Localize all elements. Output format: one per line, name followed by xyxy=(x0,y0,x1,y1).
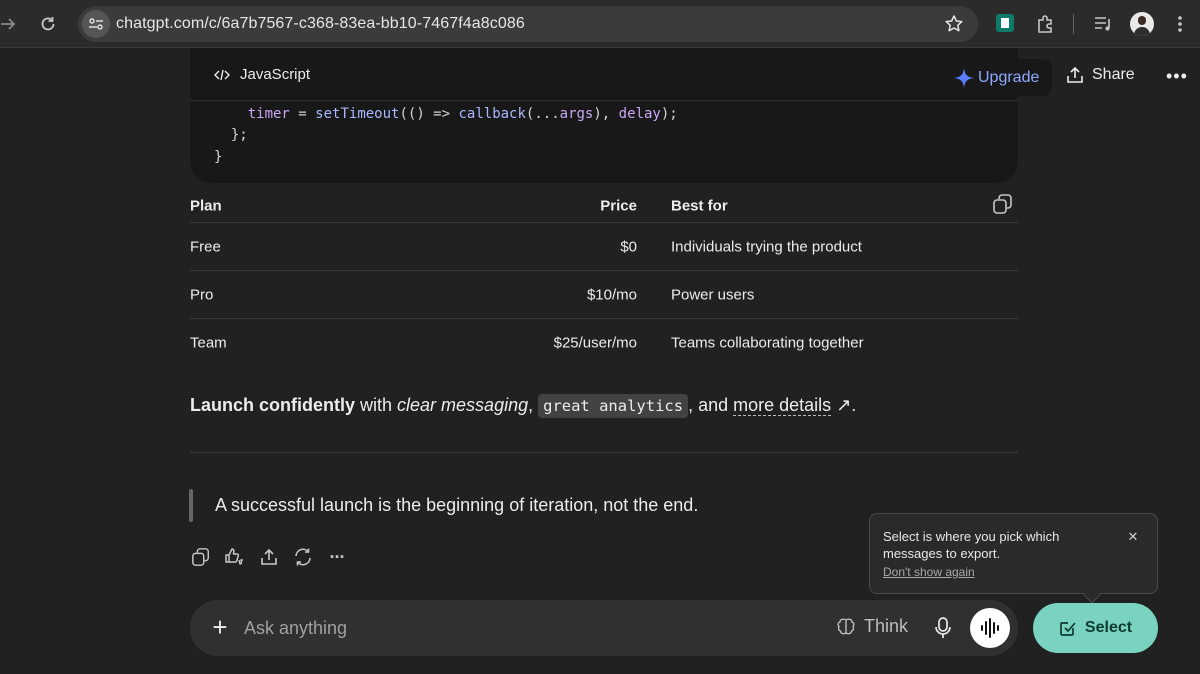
text-segment: with xyxy=(355,395,398,415)
table-row: Pro $10/mo Power users xyxy=(190,271,1018,319)
extensions-puzzle-icon[interactable] xyxy=(1033,12,1057,36)
code-token: }; xyxy=(230,127,248,143)
horizontal-rule xyxy=(190,452,1018,453)
table-row: Free $0 Individuals trying the product xyxy=(190,223,1018,271)
text-segment: . xyxy=(851,395,857,415)
code-token: args xyxy=(559,106,594,122)
sparkle-icon xyxy=(954,67,974,88)
forward-arrow-icon[interactable] xyxy=(0,10,22,38)
code-line: } xyxy=(214,149,222,165)
code-language-header: JavaScript xyxy=(214,66,310,83)
table-cell-price: $10/mo xyxy=(586,286,637,303)
message-more-button[interactable]: ··· xyxy=(326,546,348,568)
address-bar[interactable]: chatgpt.com/c/6a7b7567-c368-83ea-bb10-74… xyxy=(78,6,978,42)
code-language-label: JavaScript xyxy=(240,66,311,83)
code-line: timer = setTimeout(() => callback(...arg… xyxy=(214,106,678,122)
code-token: (() => xyxy=(399,106,459,122)
prompt-input[interactable] xyxy=(244,612,804,644)
table-cell-best-for: Power users xyxy=(671,286,755,303)
select-onboarding-tooltip: Select is where you pick which messages … xyxy=(869,513,1158,604)
table-cell-best-for: Individuals trying the product xyxy=(671,238,862,255)
code-token: timer xyxy=(247,106,290,122)
select-label: Select xyxy=(1084,619,1133,636)
code-token: callback xyxy=(458,106,526,122)
tooltip-text: Select is where you pick which messages … xyxy=(883,529,1060,561)
pricing-table: Plan Price Best for Free $0 Individuals … xyxy=(190,190,1018,367)
text-segment: , and xyxy=(688,395,734,415)
conversation-options-button[interactable]: ••• xyxy=(1166,66,1188,87)
browser-toolbar: chatgpt.com/c/6a7b7567-c368-83ea-bb10-74… xyxy=(0,0,1200,48)
upgrade-button[interactable]: Upgrade xyxy=(940,59,1052,96)
table-cell-plan: Free xyxy=(190,238,221,255)
text-segment: , xyxy=(528,395,539,415)
code-line: }; xyxy=(214,127,248,143)
waveform-icon xyxy=(981,618,999,638)
blockquote-text: A successful launch is the beginning of … xyxy=(215,495,699,515)
share-button[interactable]: Share xyxy=(1066,66,1135,84)
code-token: (... xyxy=(525,106,560,122)
table-cell-price: $0 xyxy=(620,238,637,255)
brain-icon xyxy=(837,617,855,634)
message-paragraph: Launch confidently with clear messaging,… xyxy=(190,394,857,418)
table-cell-best-for: Teams collaborating together xyxy=(671,334,864,352)
reload-icon[interactable] xyxy=(34,10,62,38)
profile-avatar[interactable] xyxy=(1130,12,1154,36)
code-token: = xyxy=(289,106,316,122)
more-details-link[interactable]: more details xyxy=(733,395,832,416)
table-cell-plan: Pro xyxy=(190,286,214,303)
microphone-icon[interactable] xyxy=(932,616,954,640)
table-row: Team $25/user/mo Teams collaborating tog… xyxy=(190,319,1018,367)
share-label: Share xyxy=(1092,66,1135,83)
media-queue-icon[interactable] xyxy=(1091,12,1115,36)
column-header-plan: Plan xyxy=(190,197,222,215)
copy-table-icon[interactable] xyxy=(992,193,1014,215)
share-icon xyxy=(1067,66,1083,83)
code-token: } xyxy=(214,149,223,165)
italic-text: clear messaging xyxy=(397,395,529,415)
column-header-best-for: Best for xyxy=(671,197,728,215)
code-block: JavaScript timer = setTimeout(() => call… xyxy=(190,48,1018,183)
inline-code: great analytics xyxy=(538,394,689,418)
tooltip-close-icon[interactable]: ✕ xyxy=(1126,530,1140,544)
url-text[interactable]: chatgpt.com/c/6a7b7567-c368-83ea-bb10-74… xyxy=(116,15,525,33)
column-header-price: Price xyxy=(600,197,637,215)
table-header-row: Plan Price Best for xyxy=(190,190,1018,223)
blockquote-bar xyxy=(189,489,193,522)
checkbox-edit-icon xyxy=(1060,622,1076,636)
external-link-arrow-icon: ↗ xyxy=(836,395,852,415)
code-token: setTimeout xyxy=(315,106,400,122)
think-label: Think xyxy=(864,616,909,636)
regenerate-icon[interactable] xyxy=(292,546,314,568)
upgrade-label: Upgrade xyxy=(978,68,1040,86)
bold-text: Launch confidently xyxy=(190,395,356,415)
thumbs-feedback-icon[interactable] xyxy=(223,546,245,568)
table-cell-price: $25/user/mo xyxy=(553,334,637,352)
bookmark-star-icon[interactable] xyxy=(944,14,964,34)
browser-menu-icon[interactable] xyxy=(1168,12,1192,36)
toolbar-divider xyxy=(1073,14,1074,34)
code-token: delay xyxy=(618,106,661,122)
select-button[interactable]: Select xyxy=(1033,603,1158,653)
code-token: ); xyxy=(660,106,678,122)
extension-icon[interactable] xyxy=(996,14,1014,32)
tooltip-arrow xyxy=(1083,586,1101,604)
add-attachment-button[interactable]: + xyxy=(206,614,234,642)
site-settings-icon[interactable] xyxy=(82,10,110,38)
voice-mode-button[interactable] xyxy=(970,608,1010,648)
code-brackets-icon xyxy=(214,69,230,80)
composer: + Think xyxy=(190,600,1018,656)
code-header-divider xyxy=(190,100,1018,101)
table-cell-plan: Team xyxy=(190,334,227,352)
dont-show-again-link[interactable]: Don't show again xyxy=(883,565,975,579)
share-message-icon[interactable] xyxy=(258,546,280,568)
think-button[interactable]: Think xyxy=(836,616,908,637)
code-token: ), xyxy=(593,106,619,122)
copy-message-icon[interactable] xyxy=(190,546,212,568)
